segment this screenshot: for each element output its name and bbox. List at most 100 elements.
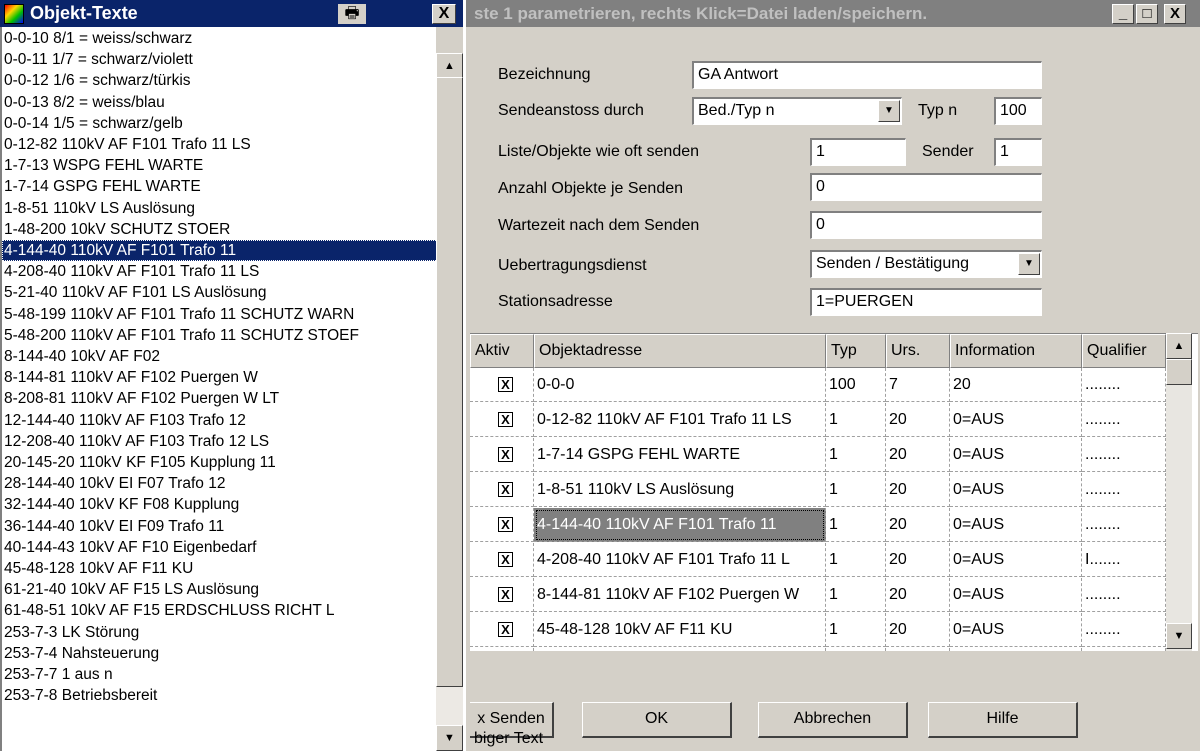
list-item[interactable]: 45-48-128 10kV AF F11 KU bbox=[2, 558, 436, 579]
aktiv-checkbox[interactable]: X bbox=[498, 412, 513, 427]
typn-field[interactable]: 100 bbox=[994, 97, 1042, 125]
cell-objektadresse[interactable]: 0-12-82 110kV AF F101 Trafo 11 LS bbox=[534, 403, 826, 437]
cell-qualifier[interactable]: ........ bbox=[1082, 403, 1166, 437]
cell-typ[interactable]: 1 bbox=[826, 648, 886, 651]
list-item[interactable]: 1-7-14 GSPG FEHL WARTE bbox=[2, 176, 436, 197]
aktiv-checkbox[interactable]: X bbox=[498, 377, 513, 392]
col-qualifier[interactable]: Qualifier bbox=[1082, 334, 1166, 368]
cell-qualifier[interactable]: ........ bbox=[1082, 508, 1166, 542]
scroll-thumb[interactable] bbox=[436, 77, 463, 687]
list-item[interactable]: 4-208-40 110kV AF F101 Trafo 11 LS bbox=[2, 261, 436, 282]
cell-information[interactable]: 0=AUS bbox=[950, 543, 1082, 577]
list-item[interactable]: 253-7-4 Nahsteuerung bbox=[2, 643, 436, 664]
cell-urs[interactable]: 20 bbox=[886, 508, 950, 542]
anzahl-field[interactable]: 0 bbox=[810, 173, 1042, 201]
cell-objektadresse[interactable]: 28-144-40 10kV KF F08 Kupplung bbox=[534, 648, 826, 651]
cell-qualifier[interactable]: ........ bbox=[1082, 438, 1166, 472]
aktiv-checkbox[interactable]: X bbox=[498, 587, 513, 602]
cell-urs[interactable]: 20 bbox=[886, 543, 950, 577]
cell-objektadresse[interactable]: 1-7-14 GSPG FEHL WARTE bbox=[534, 438, 826, 472]
list-item[interactable]: 0-12-82 110kV AF F101 Trafo 11 LS bbox=[2, 134, 436, 155]
table-row[interactable]: X28-144-40 10kV KF F08 Kupplung1200=AUS bbox=[470, 648, 1166, 651]
cell-typ[interactable]: 1 bbox=[826, 473, 886, 507]
chevron-down-icon[interactable]: ▼ bbox=[878, 100, 900, 122]
cell-urs[interactable]: 20 bbox=[886, 403, 950, 437]
cell-urs[interactable]: 20 bbox=[886, 648, 950, 651]
table-row[interactable]: X 0-12-82 110kV AF F101 Trafo 11 LS 1 20 0=A… bbox=[470, 403, 1166, 437]
aktiv-checkbox[interactable]: X bbox=[498, 482, 513, 497]
bezeichnung-field[interactable]: GA Antwort bbox=[692, 61, 1042, 89]
sender-field[interactable]: 1 bbox=[994, 138, 1042, 166]
list-item[interactable]: 8-144-81 110kV AF F102 Puergen W bbox=[2, 367, 436, 388]
table-row[interactable]: X 8-144-81 110kV AF F102 Puergen W 1 20 0=AU… bbox=[470, 578, 1166, 612]
dialog-close-button[interactable]: X bbox=[1164, 4, 1186, 24]
cell-typ[interactable]: 1 bbox=[826, 578, 886, 612]
list-item[interactable]: 0-0-12 1/6 = schwarz/türkis bbox=[2, 70, 436, 91]
cell-information[interactable]: 0=AUS bbox=[950, 578, 1082, 612]
cell-urs[interactable]: 20 bbox=[886, 438, 950, 472]
col-objektadresse[interactable]: Objektadresse bbox=[534, 334, 826, 368]
printer-icon[interactable]: 🖶 bbox=[338, 4, 366, 24]
list-item[interactable]: 4-144-40 110kV AF F101 Trafo 11 bbox=[2, 240, 436, 262]
cell-urs[interactable]: 20 bbox=[886, 613, 950, 647]
chevron-down-icon[interactable]: ▼ bbox=[1018, 253, 1040, 275]
cell-information[interactable]: 0=AUS bbox=[950, 438, 1082, 472]
cell-typ[interactable]: 100 bbox=[826, 368, 886, 402]
cell-objektadresse[interactable]: 45-48-128 10kV AF F11 KU bbox=[534, 613, 826, 647]
cell-qualifier[interactable]: ........ bbox=[1082, 368, 1166, 402]
grid-scrollbar[interactable]: ▲ ▼ bbox=[1166, 333, 1192, 651]
cell-information[interactable]: 20 bbox=[950, 368, 1082, 402]
cell-information[interactable]: 0=AUS bbox=[950, 613, 1082, 647]
dialog-titlebar[interactable]: ste 1 parametrieren, rechts Klick=Datei … bbox=[466, 0, 1200, 27]
cell-typ[interactable]: 1 bbox=[826, 403, 886, 437]
cell-information[interactable]: 0=AUS bbox=[950, 473, 1082, 507]
col-urs[interactable]: Urs. bbox=[886, 334, 950, 368]
list-item[interactable]: 253-7-3 LK Störung bbox=[2, 622, 436, 643]
cell-objektadresse[interactable]: 0-0-0 bbox=[534, 368, 826, 402]
list-item[interactable]: 61-21-40 10kV AF F15 LS Auslösung bbox=[2, 579, 436, 600]
cell-qualifier[interactable]: ........ bbox=[1082, 473, 1166, 507]
objekt-texte-list[interactable]: 0-0-10 8/1 = weiss/schwarz 0-0-11 1/7 = s… bbox=[0, 27, 436, 751]
cell-qualifier[interactable]: ........ bbox=[1082, 613, 1166, 647]
maximize-button[interactable]: □ bbox=[1136, 4, 1158, 24]
table-row[interactable]: X 0-0-0 100 7 20........ bbox=[470, 368, 1166, 402]
sendeanstoss-select[interactable]: Bed./Typ n ▼ bbox=[692, 97, 902, 125]
cell-typ[interactable]: 1 bbox=[826, 543, 886, 577]
list-item[interactable]: 36-144-40 10kV EI F09 Trafo 11 bbox=[2, 516, 436, 537]
list-item[interactable]: 8-208-81 110kV AF F102 Puergen W LT bbox=[2, 388, 436, 409]
cell-objektadresse[interactable]: 8-144-81 110kV AF F102 Puergen W bbox=[534, 578, 826, 612]
scroll-thumb[interactable] bbox=[1166, 359, 1192, 385]
cell-objektadresse[interactable]: 1-8-51 110kV LS Auslösung bbox=[534, 473, 826, 507]
aktiv-checkbox[interactable]: X bbox=[498, 447, 513, 462]
aktiv-checkbox[interactable]: X bbox=[498, 622, 513, 637]
list-item[interactable]: 20-145-20 110kV KF F105 Kupplung 11 bbox=[2, 452, 436, 473]
cell-information[interactable]: 0=AUS bbox=[950, 648, 1082, 651]
list-item[interactable]: 61-48-51 10kV AF F15 ERDSCHLUSS RICHT L bbox=[2, 600, 436, 621]
objekt-texte-close-button[interactable]: X bbox=[432, 4, 456, 24]
station-field[interactable]: 1=PUERGEN bbox=[810, 288, 1042, 316]
scroll-up-icon[interactable]: ▲ bbox=[1166, 333, 1192, 359]
list-item[interactable]: 5-48-199 110kV AF F101 Trafo 11 SCHUTZ W… bbox=[2, 304, 436, 325]
cell-typ[interactable]: 1 bbox=[826, 508, 886, 542]
uebertragung-select[interactable]: Senden / Bestätigung ▼ bbox=[810, 250, 1042, 278]
cell-information[interactable]: 0=AUS bbox=[950, 508, 1082, 542]
cell-objektadresse[interactable]: 4-144-40 110kV AF F101 Trafo 11 bbox=[534, 508, 826, 542]
scroll-down-icon[interactable]: ▼ bbox=[436, 725, 463, 751]
list-item[interactable]: 28-144-40 10kV EI F07 Trafo 12 bbox=[2, 473, 436, 494]
col-information[interactable]: Information bbox=[950, 334, 1082, 368]
list-item[interactable]: 0-0-13 8/2 = weiss/blau bbox=[2, 92, 436, 113]
cell-objektadresse[interactable]: 4-208-40 110kV AF F101 Trafo 11 L bbox=[534, 543, 826, 577]
scroll-up-icon[interactable]: ▲ bbox=[436, 53, 463, 79]
objects-grid[interactable]: Aktiv Objektadresse Typ Urs. Information… bbox=[470, 333, 1198, 651]
list-scrollbar[interactable]: ▲ ▼ bbox=[436, 53, 463, 751]
cell-qualifier[interactable] bbox=[1082, 648, 1166, 651]
liste-field[interactable]: 1 bbox=[810, 138, 906, 166]
list-item[interactable]: 5-48-200 110kV AF F101 Trafo 11 SCHUTZ S… bbox=[2, 325, 436, 346]
list-item[interactable]: 253-7-7 1 aus n bbox=[2, 664, 436, 685]
list-item[interactable]: 253-7-8 Betriebsbereit bbox=[2, 685, 436, 706]
cell-qualifier[interactable]: ........ bbox=[1082, 578, 1166, 612]
cell-urs[interactable]: 7 bbox=[886, 368, 950, 402]
col-typ[interactable]: Typ bbox=[826, 334, 886, 368]
table-row[interactable]: X 45-48-128 10kV AF F11 KU 1 20 0=AUS.......… bbox=[470, 613, 1166, 647]
col-aktiv[interactable]: Aktiv bbox=[470, 334, 534, 368]
